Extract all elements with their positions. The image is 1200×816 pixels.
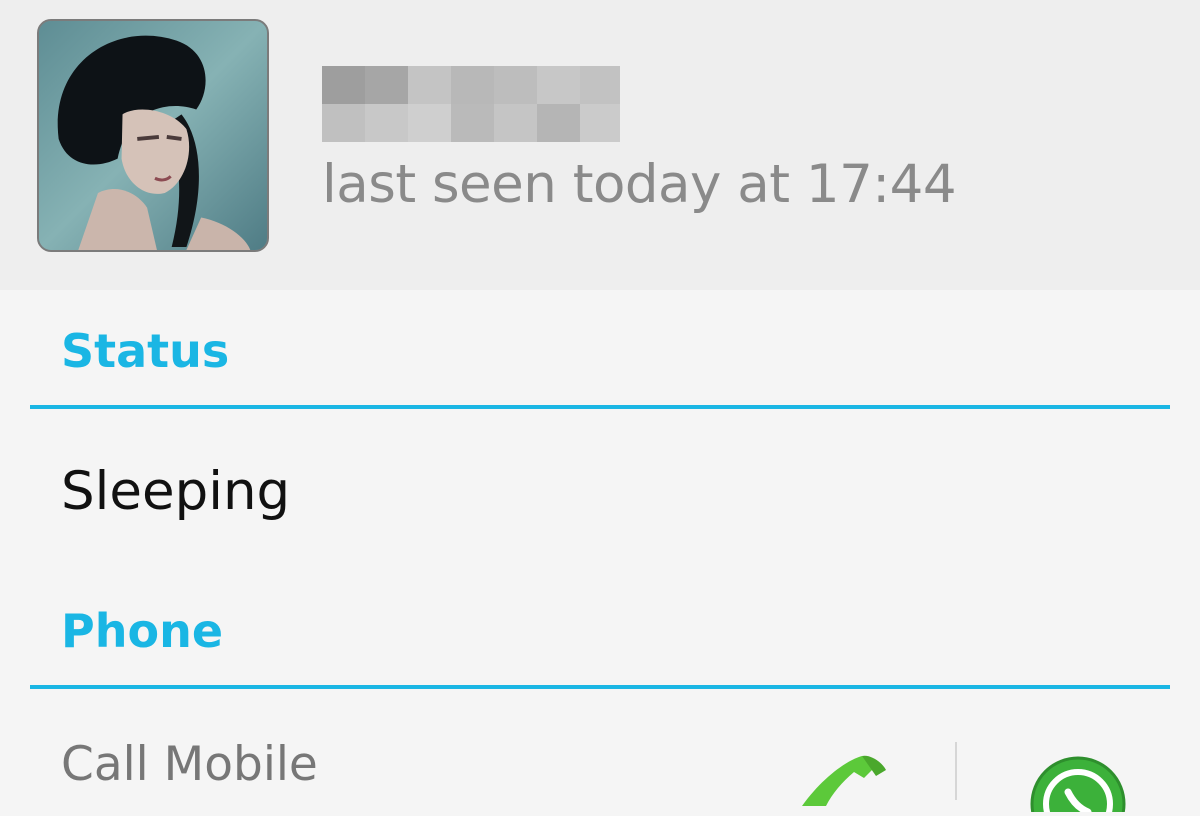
last-seen-text: last seen today at 17:44 (322, 154, 957, 215)
call-actions-separator (955, 742, 957, 800)
status-divider (30, 405, 1170, 409)
phone-handset-icon[interactable] (792, 748, 892, 808)
contact-header: last seen today at 17:44 (0, 0, 1200, 290)
contact-name-redacted (322, 66, 620, 142)
call-mobile-label[interactable]: Call Mobile (61, 734, 318, 796)
phone-divider (30, 685, 1170, 689)
status-value[interactable]: Sleeping (61, 458, 290, 526)
status-section-title: Status (61, 324, 230, 378)
whatsapp-icon[interactable] (1026, 752, 1130, 816)
contact-avatar[interactable] (37, 19, 269, 252)
avatar-image (39, 21, 267, 250)
phone-section-title: Phone (61, 604, 224, 658)
